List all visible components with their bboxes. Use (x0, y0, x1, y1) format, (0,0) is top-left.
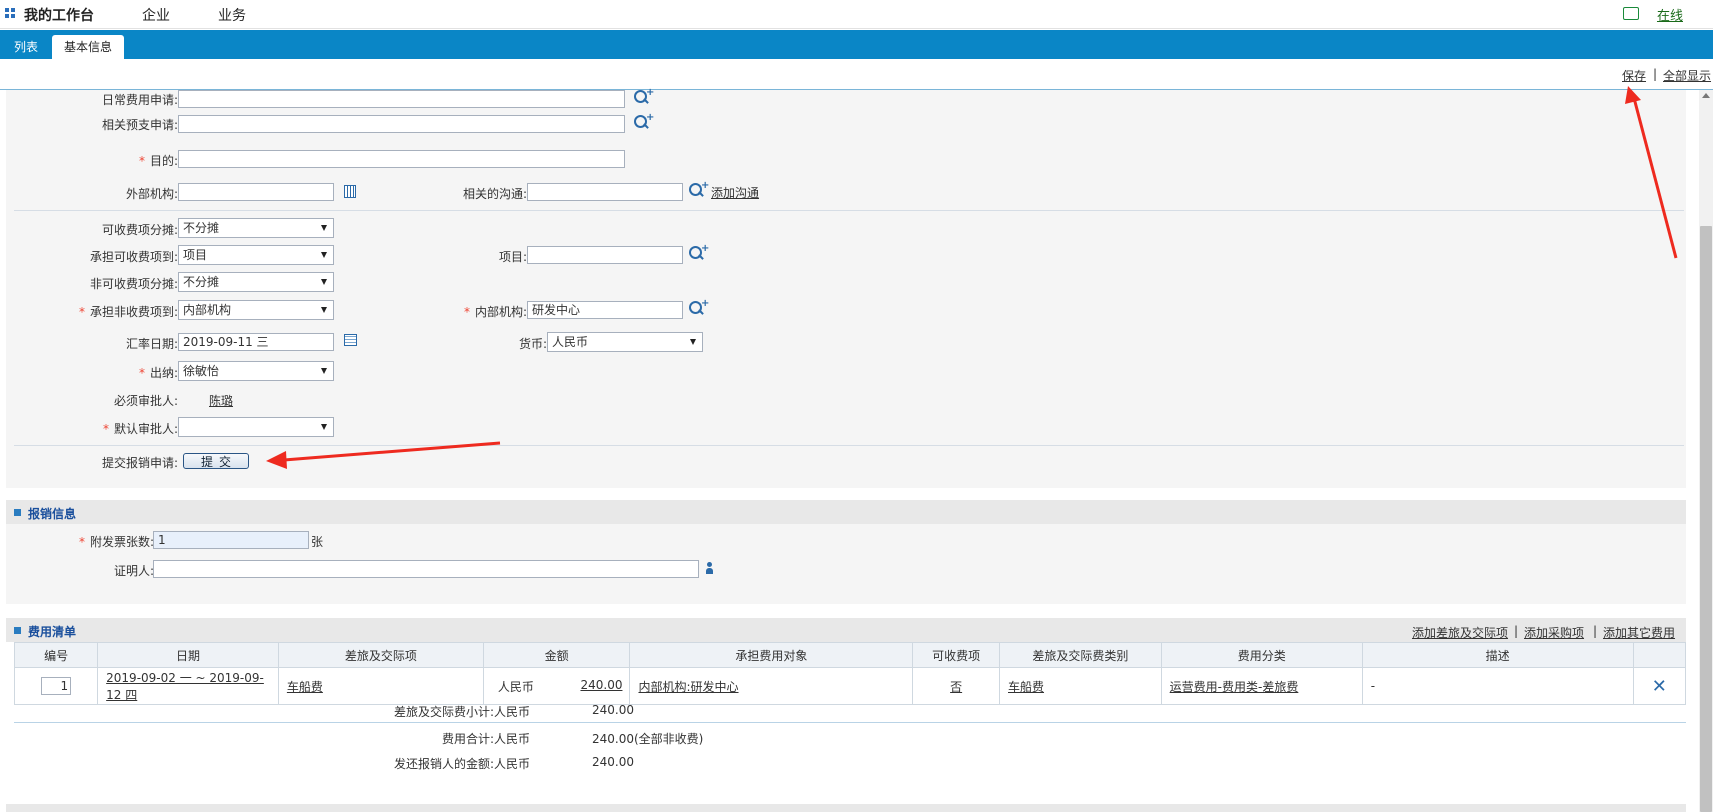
arrow-to-save-line (1632, 97, 1678, 259)
arrow-to-submit-line (283, 441, 501, 462)
arrow-to-save-head (1625, 86, 1641, 104)
arrow-to-submit-head (266, 451, 287, 469)
annotation-arrows (266, 86, 1678, 469)
